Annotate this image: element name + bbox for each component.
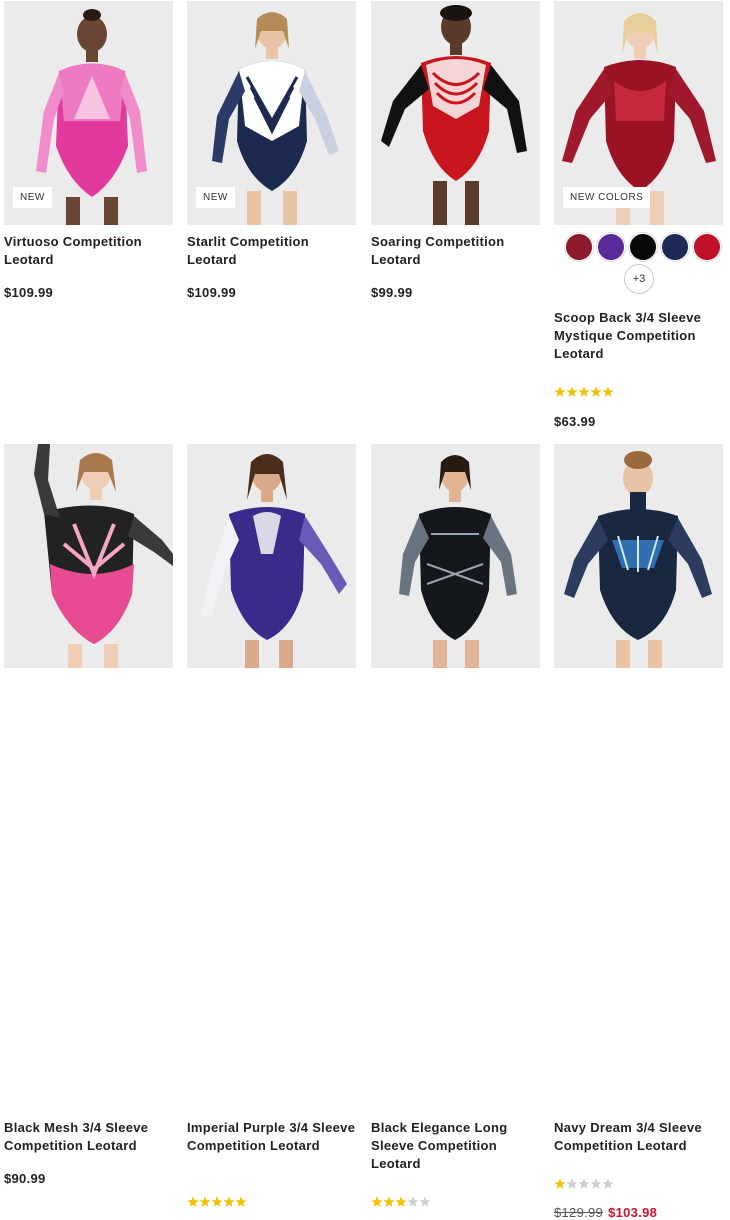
sale-price: $103.98 [608, 1205, 658, 1220]
product-price: $90.99 [4, 1171, 46, 1186]
star-empty-icon [602, 1178, 614, 1189]
star-filled-icon [223, 1196, 235, 1207]
product-image[interactable]: NEW [187, 1, 356, 225]
product-name[interactable]: Starlit Competition Leotard [187, 233, 356, 269]
product-image[interactable]: NEW [4, 1, 173, 225]
product-image[interactable] [554, 444, 723, 668]
new-badge: NEW [196, 187, 235, 208]
product-name[interactable]: Soaring Competition Leotard [371, 233, 540, 269]
star-filled-icon [199, 1196, 211, 1207]
new-colors-badge: NEW COLORS [563, 187, 651, 208]
star-filled-icon [566, 386, 578, 397]
star-filled-icon [590, 386, 602, 397]
rating-stars [371, 1196, 431, 1208]
star-filled-icon [211, 1196, 223, 1207]
star-filled-icon [235, 1196, 247, 1207]
product-image[interactable] [187, 444, 356, 668]
black-pink-leotard-image [4, 444, 173, 668]
star-filled-icon [371, 1196, 383, 1207]
product-name[interactable]: Virtuoso Competition Leotard [4, 233, 173, 269]
star-filled-icon [554, 1178, 566, 1189]
product-name[interactable]: Navy Dream 3/4 Sleeve Competition Leotar… [554, 1119, 723, 1155]
product-price: $129.99 $103.98 [554, 1205, 657, 1220]
product-image[interactable]: NEW COLORS [554, 1, 723, 225]
purple-leotard-image [187, 444, 356, 668]
star-empty-icon [566, 1178, 578, 1189]
rating-stars [554, 386, 614, 398]
product-price: $63.99 [554, 414, 596, 429]
rating-stars [554, 1178, 614, 1190]
star-filled-icon [187, 1196, 199, 1207]
red-black-leotard-image [371, 1, 540, 225]
product-price: $109.99 [187, 285, 237, 300]
product-name[interactable]: Black Mesh 3/4 Sleeve Competition Leotar… [4, 1119, 173, 1155]
more-colors-button[interactable]: +3 [624, 264, 654, 294]
product-price: $99.99 [371, 285, 413, 300]
color-swatch[interactable] [565, 233, 593, 261]
color-swatches [562, 233, 722, 263]
product-name[interactable]: Black Elegance Long Sleeve Competition L… [371, 1119, 540, 1173]
star-filled-icon [554, 386, 566, 397]
color-swatch[interactable] [597, 233, 625, 261]
product-image[interactable] [371, 1, 540, 225]
star-empty-icon [578, 1178, 590, 1189]
product-price: $109.99 [4, 285, 54, 300]
color-swatch[interactable] [661, 233, 689, 261]
product-image[interactable] [4, 444, 173, 668]
star-empty-icon [407, 1196, 419, 1207]
color-swatch[interactable] [629, 233, 657, 261]
new-badge: NEW [13, 187, 52, 208]
star-filled-icon [602, 386, 614, 397]
product-name[interactable]: Imperial Purple 3/4 Sleeve Competition L… [187, 1119, 356, 1155]
rating-stars [187, 1196, 247, 1208]
star-empty-icon [419, 1196, 431, 1207]
product-image[interactable] [371, 444, 540, 668]
original-price: $129.99 [554, 1205, 604, 1220]
star-filled-icon [395, 1196, 407, 1207]
star-filled-icon [383, 1196, 395, 1207]
star-filled-icon [578, 386, 590, 397]
color-swatch[interactable] [693, 233, 721, 261]
navy-blue-leotard-image [554, 444, 723, 668]
black-gray-leotard-image [371, 444, 540, 668]
star-empty-icon [590, 1178, 602, 1189]
product-name[interactable]: Scoop Back 3/4 Sleeve Mystique Competiti… [554, 309, 723, 363]
